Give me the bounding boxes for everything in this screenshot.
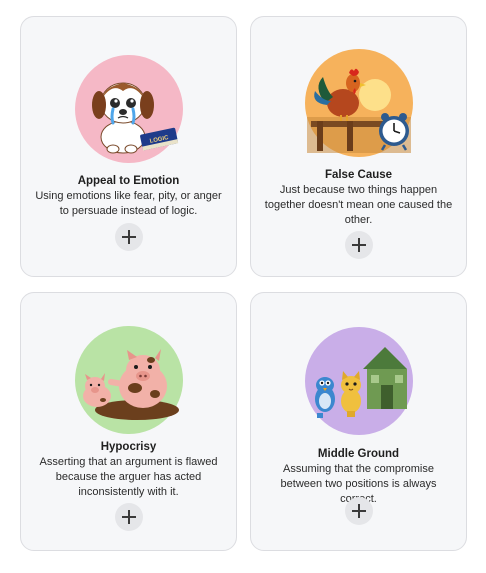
- rooster-alarm-clock-illustration: [303, 47, 415, 159]
- fallacy-card-hypocrisy: Hypocrisy Asserting that an argument is …: [20, 292, 237, 551]
- card-description: Just because two things happen together …: [264, 184, 453, 226]
- card-title: Hypocrisy: [100, 441, 157, 453]
- plus-icon: [121, 510, 136, 524]
- plus-icon: [351, 504, 366, 518]
- plus-icon: [351, 238, 366, 252]
- plus-icon: [121, 230, 136, 244]
- card-description: Asserting that an argument is flawed bec…: [39, 456, 218, 498]
- add-button[interactable]: [114, 503, 143, 531]
- bird-cat-house-illustration: [303, 325, 415, 437]
- fallacy-card-middle-ground: Middle Ground Assuming that the compromi…: [250, 292, 467, 551]
- card-title: False Cause: [324, 169, 393, 181]
- muddy-pigs-illustration: [73, 324, 185, 436]
- crying-puppy-illustration: LOGIC: [73, 53, 185, 165]
- fallacy-card-appeal-to-emotion: LOGIC Appeal to Emotion Using emotions l…: [20, 16, 237, 277]
- add-button[interactable]: [344, 231, 373, 259]
- add-button[interactable]: [114, 223, 143, 251]
- card-description: Using emotions like fear, pity, or anger…: [35, 190, 222, 217]
- card-title: Middle Ground: [317, 448, 400, 460]
- fallacy-card-false-cause: False Cause Just because two things happ…: [250, 16, 467, 277]
- card-title: Appeal to Emotion: [77, 175, 180, 187]
- add-button[interactable]: [344, 497, 373, 525]
